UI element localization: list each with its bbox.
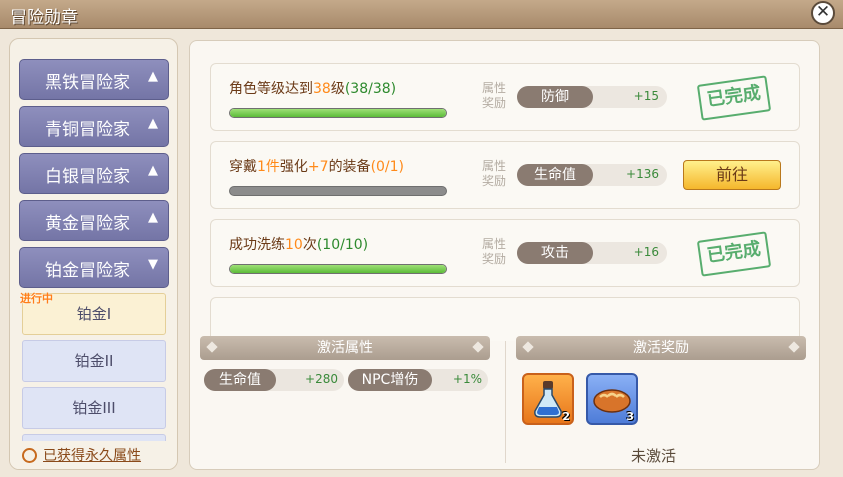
- permanent-attributes-link[interactable]: 已获得永久属性: [22, 445, 141, 465]
- activate-rewards-title: 激活奖励: [633, 340, 689, 356]
- tier-button-platinum[interactable]: 铂金冒险家 ▼: [19, 247, 169, 288]
- attribute-reward-label: 属性奖励: [481, 159, 506, 188]
- quest-row: 成功洗练10次(10/10) 属性奖励 攻击 +16 已完成: [210, 219, 800, 287]
- reward-item[interactable]: 3: [586, 373, 638, 425]
- quest-text: 成功洗练: [229, 237, 285, 253]
- tier-sidebar: 黑铁冒险家 ▲ 青铜冒险家 ▲ 白银冒险家 ▲ 黄金冒险家 ▲ 铂金冒险家 ▼ …: [9, 38, 178, 470]
- attribute-reward-tag: 属性奖励: [473, 231, 515, 275]
- progress-fill: [230, 109, 446, 117]
- quest-row-partial: [210, 297, 800, 341]
- tier-label: 黑铁冒险家: [45, 73, 130, 93]
- reward-item[interactable]: 2: [522, 373, 574, 425]
- tier-label: 青铜冒险家: [45, 120, 130, 140]
- quest-text: 的装备: [328, 159, 371, 175]
- quest-highlight: +7: [307, 159, 329, 175]
- completed-stamp: 已完成: [696, 75, 772, 121]
- diamond-icon: [206, 341, 218, 353]
- quest-highlight: 38: [313, 81, 331, 97]
- diamond-icon: [788, 341, 800, 353]
- progress-bar: [229, 108, 447, 118]
- quest-list[interactable]: 角色等级达到38级(38/38) 属性奖励 防御 +15 已完成 穿戴1件强化+…: [206, 61, 802, 341]
- quest-description: 穿戴1件强化+7的装备(0/1): [229, 156, 404, 176]
- progress-bar: [229, 186, 447, 196]
- attribute-pill: 防御 +15: [517, 86, 667, 108]
- progress-bar: [229, 264, 447, 274]
- sub-tier-platinum-2[interactable]: 铂金II: [22, 340, 166, 382]
- adventure-medal-window: 冒险勋章 ✕ 黑铁冒险家 ▲ 青铜冒险家 ▲ 白银冒险家 ▲ 黄金冒险家 ▲ 铂…: [0, 0, 843, 477]
- attribute-reward-label: 属性奖励: [481, 81, 506, 110]
- tier-button-silver[interactable]: 白银冒险家 ▲: [19, 153, 169, 194]
- attribute-reward-label: 属性奖励: [481, 237, 506, 266]
- quest-description: 成功洗练10次(10/10): [229, 234, 368, 254]
- quest-row: 角色等级达到38级(38/38) 属性奖励 防御 +15 已完成: [210, 63, 800, 131]
- permanent-attributes-label: 已获得永久属性: [43, 448, 141, 464]
- attribute-value: +15: [633, 89, 659, 103]
- attribute-pill: 生命值 +136: [517, 164, 667, 186]
- magnifier-icon: [22, 448, 37, 463]
- reward-count: 2: [562, 410, 570, 423]
- attribute-value: +136: [626, 167, 659, 181]
- quest-progress-text: (38/38): [344, 81, 397, 97]
- attribute-name: 生命值: [517, 164, 593, 186]
- quest-text: 次: [302, 237, 317, 253]
- stat-name: NPC增伤: [348, 369, 432, 391]
- stat-value: +1%: [452, 372, 482, 386]
- activate-stat-pill: 生命值 +280: [204, 369, 344, 391]
- chevron-up-icon: ▲: [148, 163, 158, 178]
- attribute-reward-tag: 属性奖励: [473, 153, 515, 197]
- tier-label: 黄金冒险家: [45, 214, 130, 234]
- quest-highlight: 10: [285, 237, 303, 253]
- stat-value: +280: [305, 372, 338, 386]
- quest-text: 角色等级达到: [229, 81, 313, 97]
- title-bar: 冒险勋章 ✕: [0, 0, 843, 29]
- go-button[interactable]: 前往: [683, 160, 781, 190]
- activate-rewards-header: 激活奖励: [516, 336, 806, 360]
- in-progress-badge: 进行中: [20, 292, 53, 305]
- chevron-down-icon: ▼: [148, 257, 158, 272]
- tier-label: 白银冒险家: [45, 167, 130, 187]
- window-title: 冒险勋章: [10, 8, 78, 28]
- sub-tier-platinum-3[interactable]: 铂金III: [22, 387, 166, 429]
- quest-description: 角色等级达到38级(38/38): [229, 78, 396, 98]
- quest-row: 穿戴1件强化+7的装备(0/1) 属性奖励 生命值 +136 前往: [210, 141, 800, 209]
- diamond-icon: [472, 341, 484, 353]
- section-divider: [505, 341, 506, 463]
- tier-button-gold[interactable]: 黄金冒险家 ▲: [19, 200, 169, 241]
- attribute-name: 防御: [517, 86, 593, 108]
- attribute-value: +16: [633, 245, 659, 259]
- quest-text: 穿戴: [229, 159, 257, 175]
- stat-name: 生命值: [204, 369, 276, 391]
- diamond-icon: [522, 341, 534, 353]
- progress-fill: [230, 265, 446, 273]
- activation-status: 未激活: [631, 447, 677, 465]
- chevron-up-icon: ▲: [148, 69, 158, 84]
- attribute-name: 攻击: [517, 242, 593, 264]
- activate-attributes-title: 激活属性: [317, 340, 373, 356]
- attribute-pill: 攻击 +16: [517, 242, 667, 264]
- chevron-up-icon: ▲: [148, 116, 158, 131]
- activate-attributes-header: 激活属性: [200, 336, 490, 360]
- reward-count: 3: [626, 410, 634, 423]
- chevron-up-icon: ▲: [148, 210, 158, 225]
- quest-progress-text: (10/10): [316, 237, 369, 253]
- quest-text: 强化: [279, 159, 308, 175]
- quest-text: 级: [330, 81, 345, 97]
- quest-highlight: 1件: [257, 159, 280, 175]
- tier-button-bronze[interactable]: 青铜冒险家 ▲: [19, 106, 169, 147]
- tier-label: 铂金冒险家: [45, 261, 130, 281]
- quest-panel: 角色等级达到38级(38/38) 属性奖励 防御 +15 已完成 穿戴1件强化+…: [189, 40, 820, 470]
- attribute-reward-tag: 属性奖励: [473, 75, 515, 119]
- quest-progress-text: (0/1): [370, 159, 405, 175]
- close-button[interactable]: ✕: [811, 1, 835, 25]
- activate-stat-pill: NPC增伤 +1%: [348, 369, 488, 391]
- completed-stamp: 已完成: [696, 231, 772, 277]
- tier-button-iron[interactable]: 黑铁冒险家 ▲: [19, 59, 169, 100]
